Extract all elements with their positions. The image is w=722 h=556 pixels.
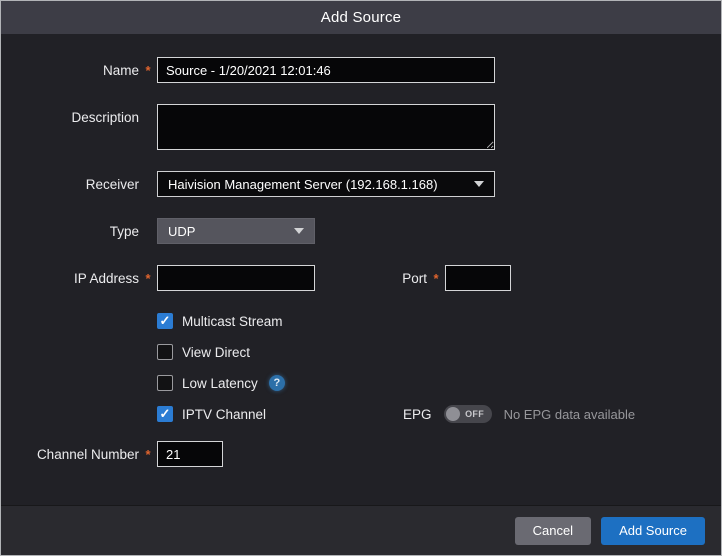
name-row: Name *: [1, 57, 721, 83]
port-input[interactable]: [445, 265, 511, 291]
view-direct-label: View Direct: [182, 345, 250, 360]
multicast-stream-row: Multicast Stream: [157, 312, 721, 330]
receiver-row: Receiver Haivision Management Server (19…: [1, 171, 721, 197]
cancel-button[interactable]: Cancel: [515, 517, 591, 545]
receiver-select[interactable]: Haivision Management Server (192.168.1.1…: [157, 171, 495, 197]
ip-address-label: IP Address: [9, 271, 139, 286]
epg-toggle[interactable]: OFF: [444, 405, 492, 423]
channel-number-row: Channel Number *: [1, 441, 721, 467]
required-asterisk: *: [139, 64, 157, 77]
epg-label: EPG: [403, 407, 432, 422]
receiver-selected-value: Haivision Management Server (192.168.1.1…: [168, 177, 438, 192]
chevron-down-icon: [294, 228, 304, 234]
description-textarea[interactable]: [157, 104, 495, 150]
type-selected-value: UDP: [168, 224, 195, 239]
epg-cluster: EPG OFF No EPG data available: [403, 405, 635, 423]
low-latency-label: Low Latency: [182, 376, 258, 391]
name-input[interactable]: [157, 57, 495, 83]
multicast-stream-label: Multicast Stream: [182, 314, 283, 329]
type-label: Type: [9, 224, 139, 239]
type-row: Type UDP: [1, 218, 721, 244]
channel-number-label: Channel Number: [9, 447, 139, 462]
low-latency-checkbox[interactable]: [157, 375, 173, 391]
epg-status-text: No EPG data available: [504, 407, 636, 422]
view-direct-row: View Direct: [157, 343, 721, 361]
channel-number-input[interactable]: [157, 441, 223, 467]
required-asterisk: *: [139, 272, 157, 285]
add-source-dialog: Add Source Name * Description Receiver H…: [0, 0, 722, 556]
dialog-footer: Cancel Add Source: [1, 505, 721, 555]
iptv-channel-checkbox[interactable]: [157, 406, 173, 422]
help-icon[interactable]: ?: [269, 375, 285, 391]
ip-port-row: IP Address * Port *: [1, 265, 721, 291]
name-label: Name: [9, 63, 139, 78]
dialog-title: Add Source: [321, 9, 401, 26]
required-asterisk: *: [139, 448, 157, 461]
description-label: Description: [9, 110, 139, 125]
iptv-channel-row: IPTV Channel EPG OFF No EPG data availab…: [157, 405, 721, 423]
description-row: Description: [1, 104, 721, 150]
dialog-titlebar: Add Source: [1, 1, 721, 34]
toggle-knob-icon: [446, 407, 460, 421]
epg-toggle-state: OFF: [460, 409, 490, 419]
low-latency-row: Low Latency ?: [157, 374, 721, 392]
chevron-down-icon: [474, 181, 484, 187]
ip-address-input[interactable]: [157, 265, 315, 291]
type-select[interactable]: UDP: [157, 218, 315, 244]
view-direct-checkbox[interactable]: [157, 344, 173, 360]
multicast-stream-checkbox[interactable]: [157, 313, 173, 329]
receiver-label: Receiver: [9, 177, 139, 192]
add-source-button[interactable]: Add Source: [601, 517, 705, 545]
iptv-channel-label: IPTV Channel: [182, 407, 266, 422]
dialog-content: Name * Description Receiver Haivision Ma…: [1, 34, 721, 505]
required-asterisk: *: [427, 272, 445, 285]
port-label: Port: [315, 271, 427, 286]
